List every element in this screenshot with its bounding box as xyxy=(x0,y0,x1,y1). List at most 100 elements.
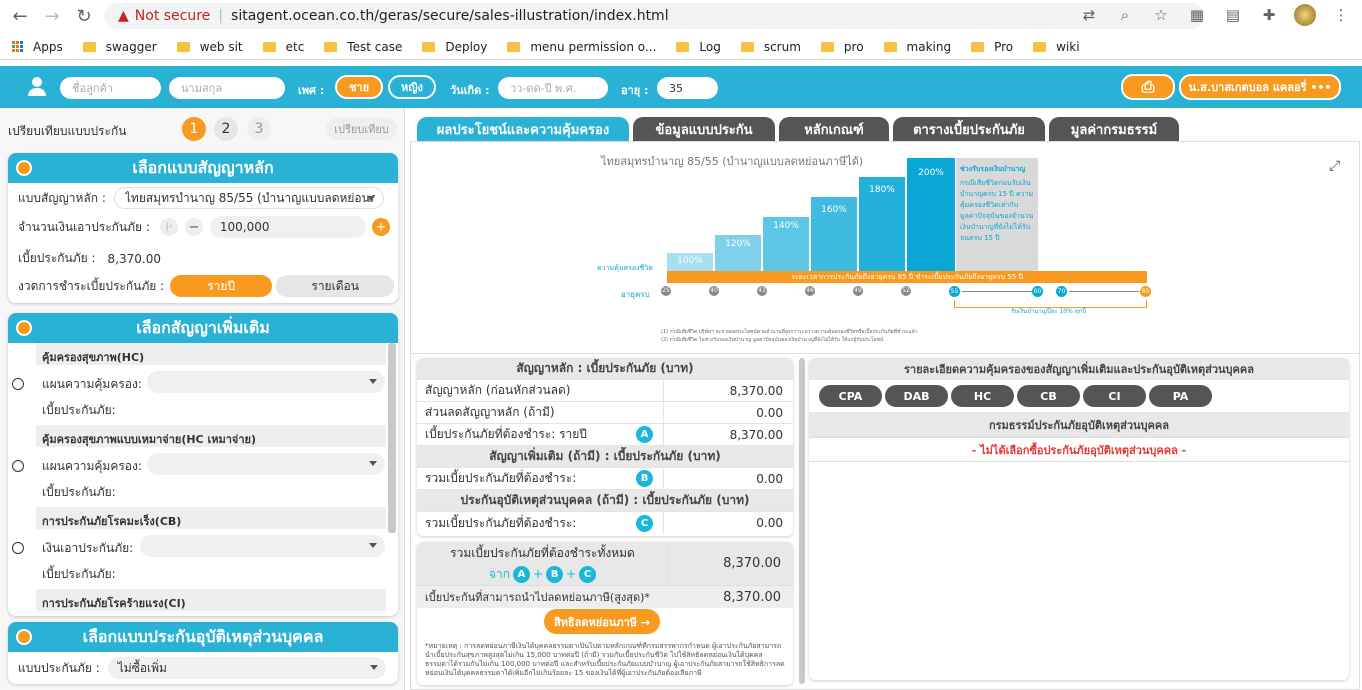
female-button[interactable]: หญิง xyxy=(388,75,436,99)
summary-header-pa: ประกันอุบัติเหตุส่วนบุคคล (ถ้ามี) : เบี้… xyxy=(417,490,793,512)
menu-dots-icon[interactable]: ⋮ xyxy=(1330,4,1352,26)
rider-hc-header: คุ้มครองสุขภาพ(HC) xyxy=(36,343,386,365)
folder-icon xyxy=(422,41,436,52)
extension-icon[interactable]: ✚ xyxy=(1258,4,1280,26)
minus-button[interactable]: − xyxy=(184,218,203,236)
bookmark-folder[interactable]: menu permission o... xyxy=(507,40,656,54)
age-dot-55: 55 xyxy=(949,286,960,297)
rider-tab-ci[interactable]: CI xyxy=(1083,385,1146,407)
bookmark-folder[interactable]: swagger xyxy=(82,39,157,54)
compare-button[interactable]: เปรียบเทียบ xyxy=(326,118,397,140)
illustration-title: ไทยสมุทรบำนาญ 85/55 (บำนาญแบบลดหย่อนภาษี… xyxy=(601,155,864,168)
translate-icon[interactable]: ⇄ xyxy=(1078,4,1100,26)
row-value: 0.00 xyxy=(663,402,793,423)
address-bar[interactable]: ▲ Not secure | sitagent.ocean.co.th/gera… xyxy=(104,3,1204,29)
bookmark-label: making xyxy=(906,39,952,54)
rider-hc-plan-select[interactable] xyxy=(147,371,385,393)
customer-name-input[interactable]: ชื่อลูกค้า xyxy=(60,77,161,99)
bookmark-folder[interactable]: pro xyxy=(820,39,864,54)
bookmark-folder[interactable]: Pro xyxy=(971,40,1013,54)
bar-160: 160% xyxy=(811,197,857,271)
rider-tab-dab[interactable]: DAB xyxy=(885,385,948,407)
bookmark-folder[interactable]: web sit xyxy=(176,40,243,54)
grid-icon[interactable]: ▦ xyxy=(1186,4,1208,26)
agent-menu-button[interactable]: น.ส.บาสเกตบอล แคลอรี่ ••• xyxy=(1179,74,1341,100)
bookmark-folder[interactable]: wiki xyxy=(1033,40,1080,54)
row-value: 0.00 xyxy=(663,512,793,534)
bookmark-folder[interactable]: making xyxy=(883,39,952,54)
rider-cb-radio[interactable] xyxy=(12,542,24,554)
not-secure-label: Not secure xyxy=(134,8,211,24)
rider-hc-lump-radio[interactable] xyxy=(12,460,24,472)
tab-benefits[interactable]: ผลประโยชน์และความคุ้มครอง xyxy=(417,117,629,141)
profile-avatar[interactable] xyxy=(1294,4,1316,26)
premium-summary: สัญญาหลัก : เบี้ยประกันภัย (บาท) สัญญาหล… xyxy=(417,358,793,536)
rider-tab-pa[interactable]: PA xyxy=(1149,385,1212,407)
min-button[interactable]: |‹ xyxy=(159,218,178,236)
bookmark-folder[interactable]: Log xyxy=(676,40,721,54)
bookmark-folder[interactable]: scrum xyxy=(740,40,801,54)
rider-tab-hc[interactable]: HC xyxy=(951,385,1014,407)
rider-tab-cb[interactable]: CB xyxy=(1017,385,1080,407)
bookmark-apps[interactable]: Apps xyxy=(12,40,63,54)
dob-input[interactable]: วว-ดด-ปี พ.ศ. xyxy=(498,77,608,99)
riders-scrollbar[interactable] xyxy=(388,343,396,533)
bookmarks-bar: Apps swagger web sit etc Test case Deplo… xyxy=(0,34,1362,60)
bookmark-label: pro xyxy=(843,39,864,54)
main-plan-panel: เลือกแบบสัญญาหลัก แบบสัญญาหลัก : ไทยสมุท… xyxy=(8,153,398,303)
plus-button[interactable]: + xyxy=(371,218,390,236)
zoom-icon[interactable]: ⌕ xyxy=(1114,4,1136,26)
guarantee-title: ช่วงรับรองเงินบำนาญ xyxy=(960,165,1026,173)
star-icon[interactable]: ☆ xyxy=(1150,4,1172,26)
tax-deduction-button[interactable]: สิทธิลดหย่อนภาษี → xyxy=(544,609,660,634)
back-icon[interactable]: ← xyxy=(4,0,36,32)
plan-select[interactable]: ไทยสมุทรบำนาญ 85/55 (บำนาญแบบลดหย่อนภาษี… xyxy=(113,187,384,209)
compare-step-1[interactable]: 1 xyxy=(182,117,206,141)
expand-icon[interactable]: ⤢ xyxy=(1329,158,1340,174)
folder-icon xyxy=(262,41,276,52)
bookmark-folder[interactable]: Deploy xyxy=(422,40,487,54)
table-icon[interactable]: ▤ xyxy=(1222,4,1244,26)
section-radio-icon xyxy=(16,629,32,645)
pa-select[interactable]: ไม่ซื้อเพิ่ม xyxy=(107,657,386,679)
summary-scrollbar[interactable] xyxy=(799,358,805,684)
folder-icon xyxy=(176,41,190,52)
bar-140: 140% xyxy=(763,217,809,271)
url-text: sitagent.ocean.co.th/geras/secure/sales-… xyxy=(231,8,669,24)
plan-value: ไทยสมุทรบำนาญ 85/55 (บำนาญแบบลดหย่อนภาษี… xyxy=(124,190,375,205)
rider-cb-sum-select[interactable] xyxy=(140,535,385,557)
compare-step-2[interactable]: 2 xyxy=(214,117,238,141)
tab-policy-value[interactable]: มูลค่ากรมธรรม์ xyxy=(1049,117,1179,141)
rider-hc-lump-plan-select[interactable] xyxy=(147,453,385,475)
tab-plan-info[interactable]: ข้อมูลแบบประกัน xyxy=(633,117,775,141)
customer-surname-input[interactable]: นามสกุล xyxy=(169,77,285,99)
summary-row-main-net: เบี้ยประกันภัยที่ต้องชำระ: รายปี A 8,370.0… xyxy=(417,424,793,446)
pa-label: แบบประกันภัย : xyxy=(18,660,100,675)
folder-icon xyxy=(1033,41,1047,52)
bookmark-folder[interactable]: Test case xyxy=(324,40,402,54)
riders-panel: เลือกสัญญาเพิ่มเติม คุ้มครองสุขภาพ(HC) แ… xyxy=(8,313,398,616)
compare-step-3[interactable]: 3 xyxy=(247,117,271,141)
bookmark-label: swagger xyxy=(105,39,157,54)
sum-input[interactable]: 100,000 xyxy=(209,216,366,238)
reload-icon[interactable]: ↻ xyxy=(68,0,100,32)
bookmark-folder[interactable]: etc xyxy=(262,39,305,54)
tab-rules[interactable]: หลักเกณฑ์ xyxy=(779,117,889,141)
guarantee-box: ช่วงรับรองเงินบำนาญ กรณีเสียชีวิตก่อนรับ… xyxy=(956,158,1038,271)
age-input[interactable]: 35 xyxy=(657,77,718,99)
folder-icon xyxy=(971,41,985,52)
bar-100: 100% xyxy=(667,253,713,271)
rider-hc-radio[interactable] xyxy=(12,378,24,390)
monthly-button[interactable]: รายเดือน xyxy=(276,275,395,297)
rider-tab-cpa[interactable]: CPA xyxy=(819,385,882,407)
forward-icon[interactable]: → xyxy=(36,0,68,32)
tab-premium-table[interactable]: ตารางเบี้ยประกันภัย xyxy=(893,117,1045,141)
print-button[interactable]: ⎙ xyxy=(1121,74,1175,100)
male-button[interactable]: ชาย xyxy=(335,75,383,99)
yearly-button[interactable]: รายปี xyxy=(170,275,273,297)
bookmark-label: etc xyxy=(285,39,305,54)
rider-tabs: CPA DAB HC CB CI PA xyxy=(809,380,1349,412)
row-label: ส่วนลดสัญญาหลัก (ถ้ามี) xyxy=(425,405,555,419)
summary-row-pa: รวมเบี้ยประกันภัยที่ต้องชำระ: C 0.00 xyxy=(417,512,793,534)
plan-label: แบบสัญญาหลัก : xyxy=(18,190,106,205)
